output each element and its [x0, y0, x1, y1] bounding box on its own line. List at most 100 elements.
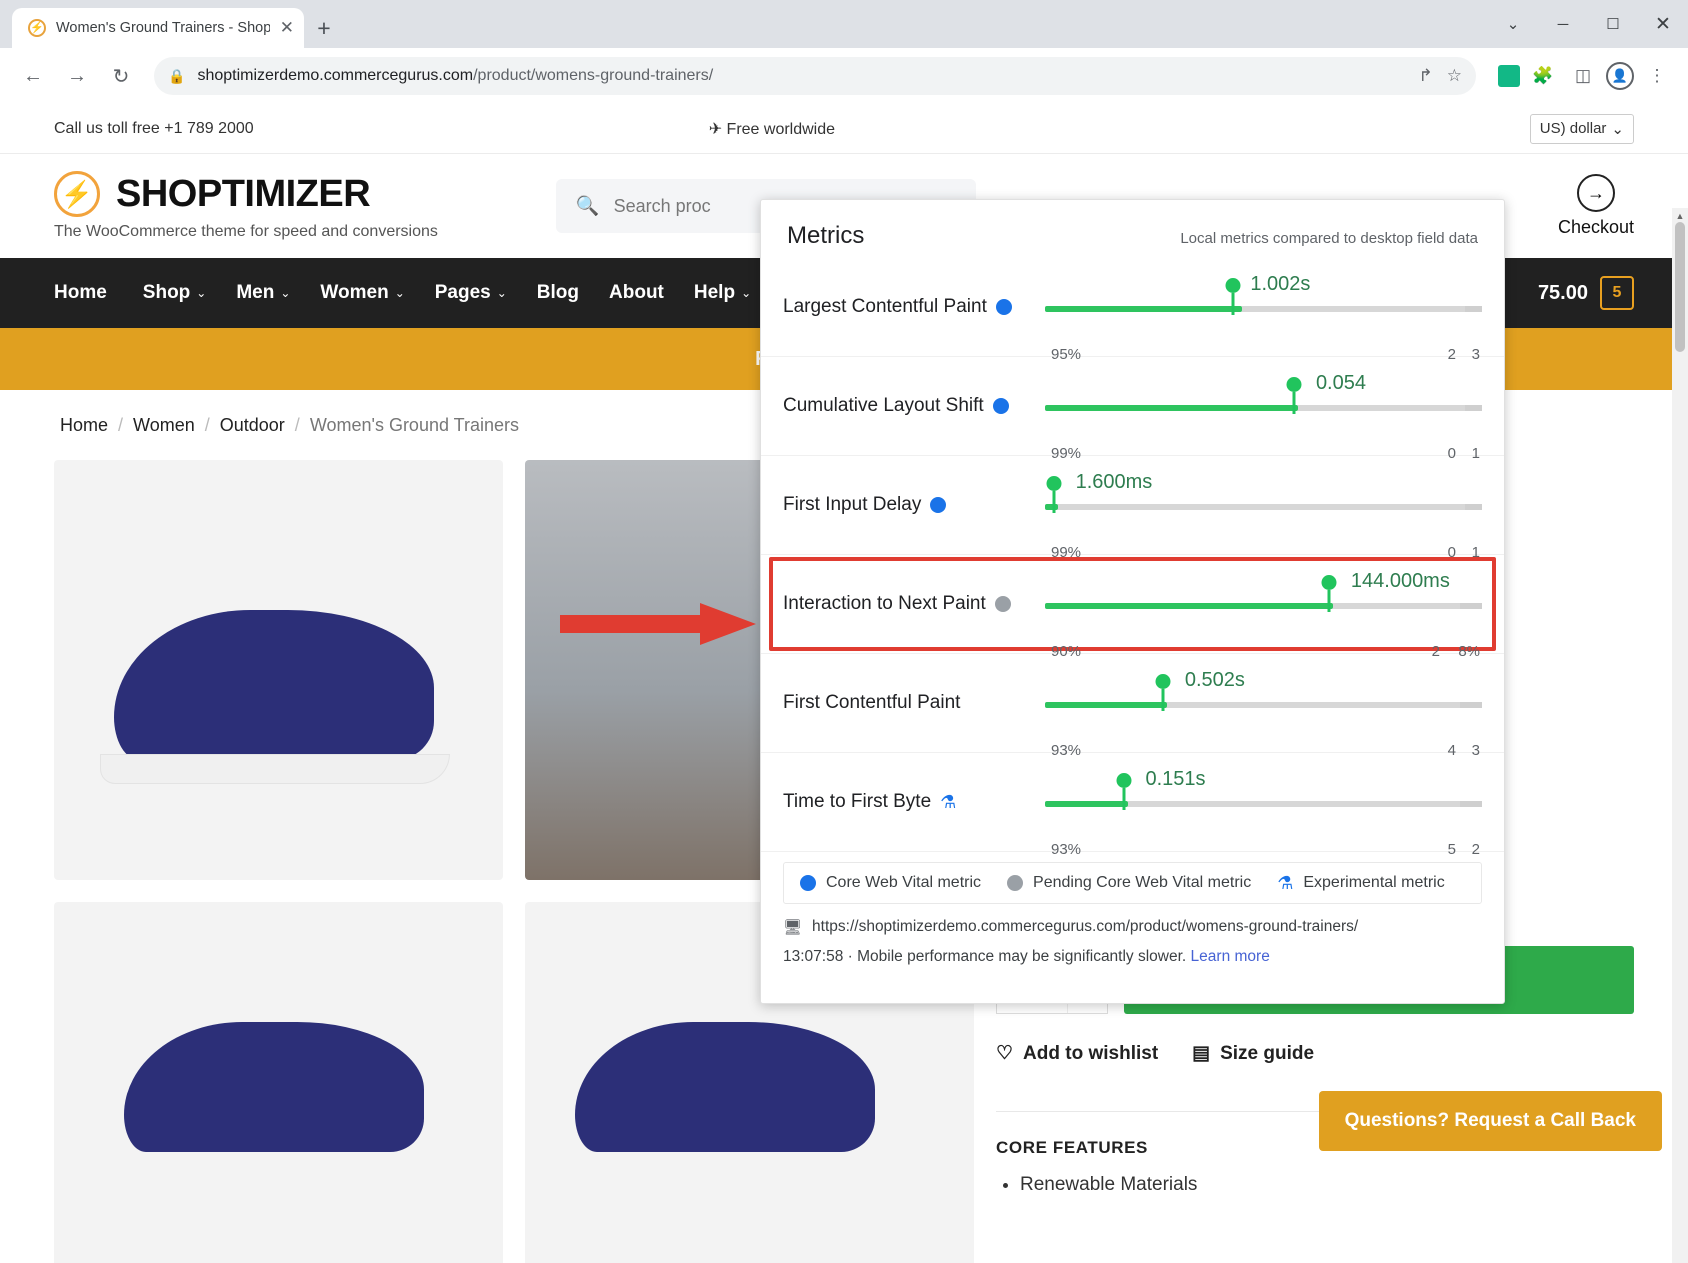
nav-item-help[interactable]: Help ⌄: [694, 282, 751, 304]
toolbar-icons: 🧩 ◫ 👤 ⋮: [1498, 59, 1674, 93]
metrics-legend: Core Web Vital metric Pending Core Web V…: [783, 862, 1482, 904]
chevron-down-icon: ⌄: [196, 286, 207, 300]
list-item: Renewable Materials: [1020, 1174, 1634, 1196]
metric-label: First Contentful Paint: [783, 692, 961, 713]
metric-row-fid[interactable]: First Input Delay 1.600ms 99% 0 1: [761, 456, 1504, 561]
checkout-label: Checkout: [1557, 217, 1634, 237]
url-path: /product/womens-ground-trainers/: [473, 67, 714, 84]
metric-label: Largest Contentful Paint: [783, 296, 987, 317]
marker-stem: [1231, 293, 1235, 315]
metric-segment-2: [1128, 801, 1461, 807]
metric-marker: [1321, 575, 1337, 612]
core-web-vital-dot-icon: [995, 299, 1012, 315]
logo-text: SHOPTIMIZER: [116, 172, 371, 215]
bookmark-star-icon[interactable]: ☆: [1447, 66, 1462, 86]
breadcrumb-outdoor[interactable]: Outdoor: [220, 415, 285, 436]
nav-item-men[interactable]: Men ⌄: [236, 282, 290, 304]
breadcrumb-women[interactable]: Women: [133, 415, 195, 436]
profile-avatar[interactable]: 👤: [1606, 62, 1634, 90]
metric-marker: [1155, 674, 1171, 711]
size-guide-button[interactable]: ▤ Size guide: [1192, 1042, 1314, 1065]
marker-stem: [1052, 491, 1056, 513]
site-tagline: The WooCommerce theme for speed and conv…: [54, 223, 438, 240]
metric-row-cls[interactable]: Cumulative Layout Shift 0.054 99% 0 1: [761, 357, 1504, 462]
ruler-icon: ▤: [1192, 1043, 1211, 1064]
shoe-upper: [575, 1022, 875, 1152]
heart-icon: ♡: [996, 1043, 1014, 1064]
share-icon[interactable]: ↱: [1419, 66, 1433, 86]
metric-track: 0.151s 93% 5 2: [1045, 768, 1482, 858]
minimize-button[interactable]: ─: [1538, 0, 1588, 48]
window-close-button[interactable]: ✕: [1638, 0, 1688, 48]
metric-segment-2: [1298, 405, 1465, 411]
nav-item-shop[interactable]: Shop ⌄: [143, 282, 207, 304]
metric-track: 144.000ms 90% 2 8%: [1045, 570, 1482, 660]
metric-value: 0.502s: [1184, 669, 1245, 691]
puzzle-icon[interactable]: 🧩: [1526, 59, 1560, 93]
nav-label: Women: [320, 282, 389, 303]
side-panel-icon[interactable]: ◫: [1566, 59, 1600, 93]
cart-icon[interactable]: 5: [1600, 276, 1634, 310]
new-tab-button[interactable]: +: [304, 8, 344, 48]
nav-label: Home: [54, 282, 107, 303]
add-to-wishlist-button[interactable]: ♡ Add to wishlist: [996, 1042, 1158, 1065]
metric-row-inp[interactable]: Interaction to Next Paint 144.000ms 90% …: [761, 555, 1504, 660]
request-callback-button[interactable]: Questions? Request a Call Back: [1318, 1091, 1662, 1151]
metrics-note: Mobile performance may be significantly …: [857, 948, 1187, 965]
product-image-alt-1[interactable]: [54, 902, 503, 1263]
metric-row-fcp[interactable]: First Contentful Paint 0.502s 93% 4 3: [761, 654, 1504, 759]
learn-more-link[interactable]: Learn more: [1191, 948, 1270, 965]
bolt-logo-icon: ⚡: [54, 171, 100, 217]
site-logo[interactable]: ⚡ SHOPTIMIZER: [54, 171, 438, 217]
browser-chrome: ⚡ Women's Ground Trainers - Shop ✕ + ⌄ ─…: [0, 0, 1688, 104]
chevron-down-icon: ⌄: [741, 286, 752, 300]
metric-label: Cumulative Layout Shift: [783, 395, 984, 416]
currency-selector[interactable]: US) dollar ⌄: [1529, 113, 1634, 144]
chrome-menu-icon[interactable]: ⋮: [1640, 59, 1674, 93]
metric-row-ttfb[interactable]: Time to First Byte ⚗ 0.151s 93% 5 2: [761, 753, 1504, 858]
extension-icon[interactable]: [1498, 65, 1520, 87]
core-features-list: Renewable Materials: [996, 1174, 1634, 1196]
page-viewport: Call us toll free +1 789 2000 ✈ Free wor…: [0, 104, 1688, 1263]
scrollbar-thumb[interactable]: [1675, 222, 1685, 352]
blue-dot-icon: [800, 875, 816, 891]
metric-row-lcp[interactable]: Largest Contentful Paint 1.002s 95% 2 3: [761, 258, 1504, 363]
back-button[interactable]: ←: [14, 57, 52, 95]
lock-icon: 🔒: [168, 67, 186, 84]
address-bar[interactable]: 🔒 shoptimizerdemo.commercegurus.com/prod…: [154, 57, 1476, 95]
close-icon[interactable]: ✕: [280, 18, 294, 38]
maximize-button[interactable]: ☐: [1588, 0, 1638, 48]
page-scrollbar[interactable]: ▲ ▼: [1672, 208, 1688, 1263]
breadcrumb-current: Women's Ground Trainers: [309, 414, 520, 435]
nav-item-home[interactable]: Home: [54, 282, 113, 304]
product-image-main[interactable]: [54, 460, 503, 880]
nav-item-pages[interactable]: Pages ⌄: [435, 282, 507, 304]
metric-value: 1.600ms: [1075, 471, 1153, 493]
checkout-button[interactable]: → Checkout: [1558, 174, 1634, 238]
marker-pin-icon: [1046, 476, 1062, 491]
metric-segment-2: [1167, 702, 1461, 708]
metrics-timestamp-row: 13:07:58 · Mobile performance may be sig…: [783, 948, 1482, 966]
shoe-upper: [124, 1022, 424, 1152]
annotation-arrow-icon: [560, 603, 756, 645]
chevron-down-icon: ⌄: [496, 286, 507, 300]
metric-name: First Contentful Paint: [783, 654, 1045, 714]
forward-button[interactable]: →: [58, 57, 96, 95]
nav-item-women[interactable]: Women ⌄: [320, 282, 404, 304]
metric-value: 0.054: [1315, 372, 1366, 394]
nav-label: About: [609, 282, 664, 303]
chevron-down-icon[interactable]: ⌄: [1488, 0, 1538, 48]
chevron-down-icon: ⌄: [394, 286, 405, 300]
breadcrumb-home[interactable]: Home: [60, 415, 108, 436]
browser-tab[interactable]: ⚡ Women's Ground Trainers - Shop ✕: [12, 8, 304, 48]
nav-label: Shop: [142, 282, 191, 303]
metric-name: Cumulative Layout Shift: [783, 357, 1045, 417]
legend-experimental: ⚗ Experimental metric: [1277, 873, 1445, 894]
reload-button[interactable]: ↻: [102, 57, 140, 95]
nav-item-blog[interactable]: Blog: [537, 282, 579, 304]
metrics-panel-header: Metrics Local metrics compared to deskto…: [761, 200, 1504, 258]
nav-item-about[interactable]: About: [609, 282, 664, 304]
metrics-subtitle: Local metrics compared to desktop field …: [1180, 230, 1478, 247]
shoe-upper: [114, 610, 434, 760]
core-web-vital-dot-icon: [930, 497, 947, 513]
